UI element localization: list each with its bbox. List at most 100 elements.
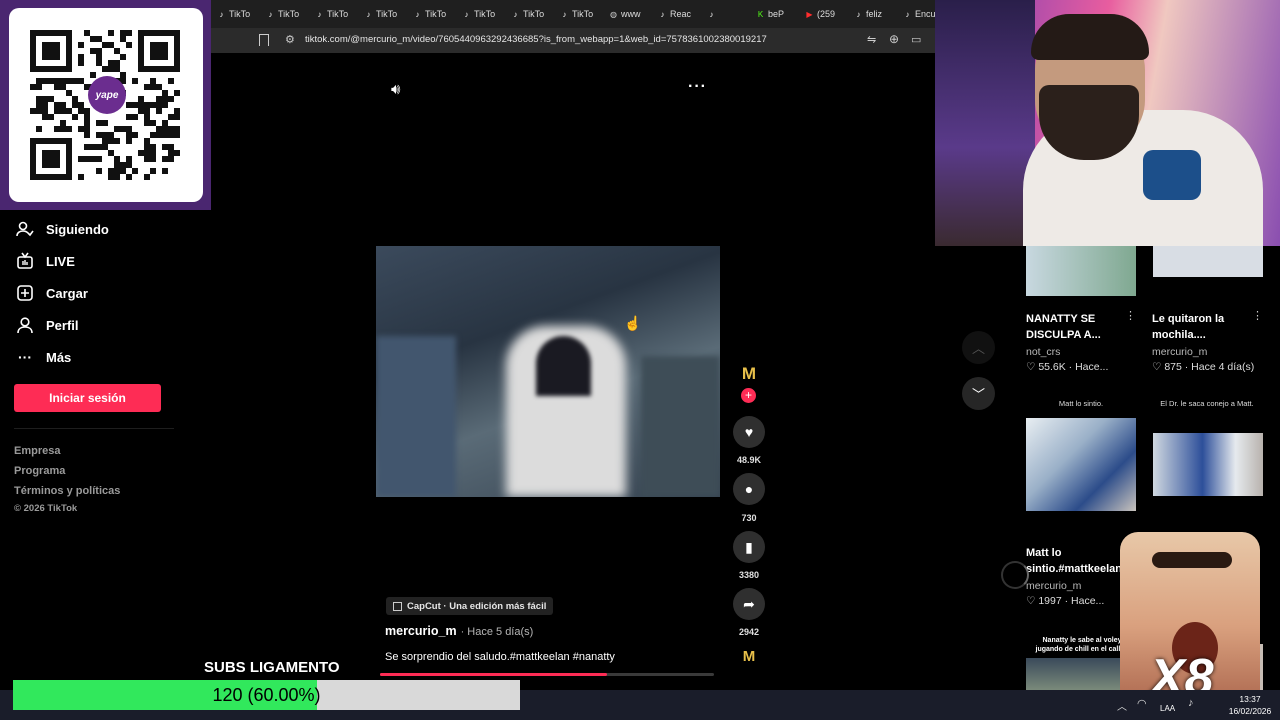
share-icon: ➦	[743, 595, 755, 612]
login-button[interactable]: Iniciar sesión	[14, 384, 161, 412]
video-author-line: mercurio_m · Hace 5 día(s)	[385, 624, 533, 638]
browser-tab[interactable]: ♪	[701, 0, 750, 28]
follow-plus-icon[interactable]: +	[741, 388, 756, 403]
rec-title[interactable]: Le quitaron la mochila....	[1152, 311, 1224, 343]
youtube-icon: ▶	[806, 9, 813, 19]
browser-tab[interactable]: ♪ TikTo	[211, 0, 260, 28]
browser-tab[interactable]: ▶ (259	[799, 0, 848, 28]
sidebar-item-label: LIVE	[46, 253, 75, 269]
tiktok-icon: ♪	[415, 9, 420, 19]
tiktok-icon: ♪	[905, 9, 910, 19]
music-disc-avatar[interactable]: M	[736, 648, 762, 668]
next-video-button[interactable]: ﹀	[962, 377, 995, 410]
footer-link-empresa[interactable]: Empresa	[14, 445, 60, 457]
volume-tray-icon[interactable]: ♪	[1188, 697, 1194, 709]
rec-user[interactable]: mercurio_m	[1152, 346, 1207, 358]
video-figure-right	[641, 356, 720, 497]
tray-chevron-icon[interactable]: ︿	[1117, 698, 1127, 713]
author-name[interactable]: mercurio_m	[385, 624, 457, 638]
rec-thumbnail[interactable]	[1026, 246, 1136, 296]
prev-video-button[interactable]: ︿	[962, 331, 995, 364]
capcut-badge[interactable]: CapCut · Una edición más fácil	[386, 597, 554, 615]
browser-tab[interactable]: ♪ TikTo	[309, 0, 358, 28]
cast-icon[interactable]: ▭	[911, 33, 921, 46]
zoom-icon[interactable]: ⊕	[889, 32, 899, 46]
kick-icon: K	[757, 9, 764, 19]
live-icon	[16, 252, 34, 270]
browser-tab[interactable]: ◍ www	[603, 0, 652, 28]
rec-thumbnail[interactable]	[1026, 418, 1136, 511]
footer-link-terms[interactable]: Términos y políticas	[14, 485, 120, 497]
volume-icon[interactable]: 🔊︎	[391, 81, 400, 98]
webcam-background	[935, 0, 1035, 246]
browser-tab[interactable]: KbeP	[750, 0, 799, 28]
sidebar-item-profile[interactable]: Perfil	[16, 316, 79, 334]
thumb-caption: El Dr. le saca conejo a Matt.	[1160, 399, 1254, 408]
tiktok-icon: ♪	[317, 9, 322, 19]
yape-logo: yape	[88, 76, 126, 114]
share-count: 2942	[738, 627, 760, 637]
share-button[interactable]: ➦	[733, 588, 765, 620]
tab-label: Encu	[915, 9, 935, 19]
tab-label: Reac	[670, 9, 692, 19]
save-button[interactable]: ▮	[733, 531, 765, 563]
browser-tab[interactable]: ♪ TikTo	[554, 0, 603, 28]
video-caption: Se sorprendio del saludo.#mattkeelan #na…	[385, 651, 615, 663]
browser-tab[interactable]: ♪ TikTo	[260, 0, 309, 28]
tiktok-icon: ♪	[513, 9, 518, 19]
browser-tab[interactable]: ♪ feliz	[848, 0, 897, 28]
sidebar-item-following[interactable]: Siguiendo	[16, 220, 109, 238]
taskbar-clock[interactable]: 13:37 16/02/2026	[1222, 693, 1278, 717]
video-frame[interactable]	[376, 246, 720, 497]
like-button[interactable]: ♥	[733, 416, 765, 448]
upload-icon	[16, 284, 34, 302]
video-progress-track[interactable]	[380, 673, 714, 676]
rec-thumbnail[interactable]	[1153, 246, 1263, 277]
copyright: © 2026 TikTok	[14, 503, 78, 514]
rec-title[interactable]: Matt lo sintio.#mattkeelan	[1026, 545, 1122, 577]
rec-user[interactable]: not_crs	[1026, 346, 1060, 358]
translate-icon[interactable]: ⇋	[867, 33, 876, 46]
chevron-down-icon: ﹀	[971, 387, 985, 402]
webcam-hair	[1031, 14, 1149, 60]
wifi-icon[interactable]: ◠	[1137, 697, 1147, 710]
bookmark-icon[interactable]	[259, 34, 269, 46]
browser-tab[interactable]: ♪ TikTo	[505, 0, 554, 28]
more-options-icon[interactable]: ···	[688, 78, 707, 96]
comment-button[interactable]: ●	[733, 473, 765, 505]
rec-thumbnail[interactable]	[1153, 433, 1263, 496]
site-settings-icon[interactable]: ⚙	[285, 33, 295, 46]
browser-tab[interactable]: ♪ TikTo	[358, 0, 407, 28]
like-count: 48.9K	[736, 455, 762, 465]
comment-count: 730	[741, 513, 757, 523]
rec-more-icon[interactable]: ⋮	[1125, 309, 1136, 322]
bookmark-icon: ▮	[745, 538, 753, 555]
capcut-label: CapCut · Una edición más fácil	[407, 600, 547, 612]
clock-date: 16/02/2026	[1228, 706, 1272, 716]
browser-tab[interactable]: ♪ Encu	[897, 0, 936, 28]
url-text[interactable]: tiktok.com/@mercurio_m/video/76054409632…	[305, 34, 767, 45]
following-icon	[16, 220, 34, 238]
browser-tab[interactable]: ♪ TikTo	[456, 0, 505, 28]
tab-label: www	[621, 9, 641, 19]
browser-tab[interactable]: ♪ TikTo	[407, 0, 456, 28]
rec-user[interactable]: mercurio_m	[1026, 580, 1081, 592]
rec-more-icon[interactable]: ⋮	[1252, 309, 1263, 322]
sidebar: Siguiendo LIVE Cargar Perfil ··· Más Emp…	[0, 210, 211, 690]
language-indicator[interactable]: LAA	[1160, 704, 1175, 713]
rec-meta: ♡ 875 · Hace 4 día(s)	[1152, 361, 1255, 373]
video-figure-left	[376, 336, 456, 497]
more-icon: ···	[18, 349, 32, 365]
sidebar-item-live[interactable]: LIVE	[16, 252, 75, 270]
sidebar-item-label: Cargar	[46, 285, 88, 301]
browser-tab[interactable]: ♪ Reac	[652, 0, 701, 28]
chevron-up-icon: ︿	[971, 341, 985, 356]
tiktok-icon: ♪	[268, 9, 273, 19]
author-avatar[interactable]: M	[734, 364, 764, 386]
sidebar-item-upload[interactable]: Cargar	[16, 284, 88, 302]
sidebar-item-more[interactable]: ··· Más	[16, 348, 71, 366]
globe-icon: ◍	[610, 9, 617, 19]
footer-link-programa[interactable]: Programa	[14, 465, 65, 477]
rec-title[interactable]: NANATTY SE DISCULPA A...	[1026, 311, 1101, 343]
tab-label: TikTo	[376, 9, 398, 19]
